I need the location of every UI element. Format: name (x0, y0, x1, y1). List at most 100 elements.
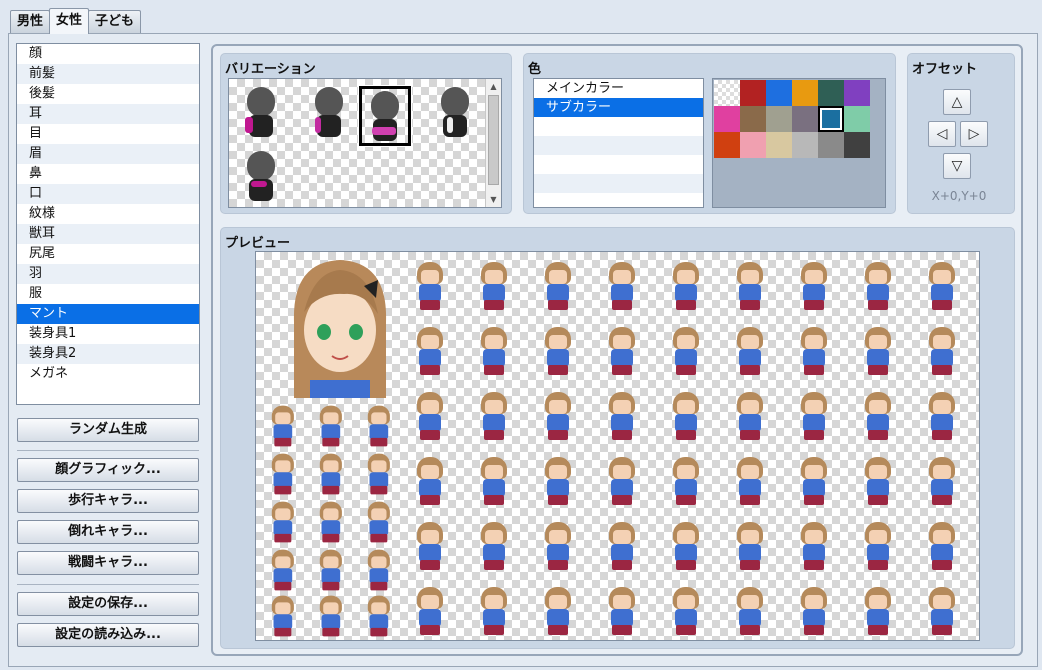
part-item[interactable]: 眉 (17, 144, 199, 164)
character-sprite (473, 388, 513, 444)
color-swatch[interactable] (740, 132, 766, 158)
preview-title: プレビュー (225, 236, 291, 251)
color-swatch[interactable] (714, 106, 740, 132)
character-sprite (601, 583, 641, 639)
preview-canvas (255, 251, 980, 641)
part-item[interactable]: 顔 (17, 44, 199, 64)
character-sprite (265, 450, 299, 498)
part-item[interactable]: 耳 (17, 104, 199, 124)
character-sprite (473, 453, 513, 509)
tab-female[interactable]: 女性 (49, 8, 90, 34)
character-sprite (729, 453, 769, 509)
offset-left-button[interactable]: ◁ (928, 121, 956, 147)
part-item[interactable]: 服 (17, 284, 199, 304)
variation-item[interactable] (237, 145, 291, 207)
color-swatch[interactable] (714, 80, 740, 106)
tab-child[interactable]: 子ども (88, 10, 142, 34)
part-item[interactable]: 獣耳 (17, 224, 199, 244)
load-settings-button[interactable]: 設定の読み込み... (17, 623, 199, 647)
character-sprite (857, 518, 897, 574)
color-swatch[interactable] (766, 106, 792, 132)
character-sprite (601, 453, 641, 509)
left-arrow-icon: ◁ (936, 126, 948, 142)
part-item[interactable]: 装身具2 (17, 344, 199, 364)
offset-right-button[interactable]: ▷ (960, 121, 988, 147)
walk-character-button[interactable]: 歩行キャラ... (17, 489, 199, 513)
character-sprite (473, 323, 513, 379)
color-swatch[interactable] (792, 106, 818, 132)
random-generate-button[interactable]: ランダム生成 (17, 418, 199, 442)
variation-item[interactable] (427, 81, 481, 143)
character-sprite (921, 323, 961, 379)
color-swatch[interactable] (818, 106, 844, 132)
character-sprite (265, 546, 299, 594)
character-sprite (601, 258, 641, 314)
offset-value: X+0,Y+0 (931, 189, 987, 203)
save-settings-button[interactable]: 設定の保存... (17, 592, 199, 616)
battle-character-button[interactable]: 戦闘キャラ... (17, 551, 199, 575)
color-swatch[interactable] (766, 132, 792, 158)
separator (17, 584, 199, 585)
color-swatch[interactable] (844, 132, 870, 158)
parts-list[interactable]: 顔前髪 後髪耳目眉鼻口紋様 獣耳 尻尾羽服マント 装身具1 装身具2 メガネ (16, 43, 200, 405)
color-swatch[interactable] (818, 132, 844, 158)
part-item[interactable]: マント (17, 304, 199, 324)
part-item[interactable]: 目 (17, 124, 199, 144)
variation-item-selected[interactable] (358, 85, 412, 147)
variation-view[interactable]: ▲ ▼ (228, 78, 502, 208)
color-swatch[interactable] (740, 80, 766, 106)
color-palette (712, 78, 886, 208)
tab-male[interactable]: 男性 (10, 10, 51, 34)
character-sprite (857, 258, 897, 314)
scroll-thumb[interactable] (488, 95, 499, 185)
character-sprite (793, 258, 833, 314)
part-item[interactable]: 前髪 (17, 64, 199, 84)
color-target-list[interactable]: メインカラー サブカラー (533, 78, 704, 208)
character-sprite (313, 592, 347, 640)
character-sprite (313, 402, 347, 450)
color-swatch[interactable] (844, 106, 870, 132)
character-sprite (473, 258, 513, 314)
part-item[interactable]: 装身具1 (17, 324, 199, 344)
color-swatch[interactable] (818, 80, 844, 106)
color-swatch[interactable] (844, 80, 870, 106)
offset-up-button[interactable]: △ (943, 89, 971, 115)
color-swatch[interactable] (714, 132, 740, 158)
part-item[interactable]: 尻尾 (17, 244, 199, 264)
variation-scrollbar[interactable]: ▲ ▼ (485, 79, 501, 207)
character-sprite (793, 518, 833, 574)
part-item[interactable]: 紋様 (17, 204, 199, 224)
offset-down-button[interactable]: ▽ (943, 153, 971, 179)
color-item-main[interactable]: メインカラー (534, 79, 703, 98)
character-sprite (265, 498, 299, 546)
variation-item[interactable] (237, 81, 291, 143)
character-sprite (665, 518, 705, 574)
color-swatch[interactable] (740, 106, 766, 132)
character-sprite (537, 583, 577, 639)
color-swatch[interactable] (792, 132, 818, 158)
part-item[interactable]: 羽 (17, 264, 199, 284)
color-item-sub[interactable]: サブカラー (534, 98, 703, 117)
part-item[interactable]: 口 (17, 184, 199, 204)
character-sprite (409, 583, 449, 639)
character-sprite (473, 518, 513, 574)
part-item[interactable]: メガネ (17, 364, 199, 384)
character-sprite (729, 323, 769, 379)
list-item (534, 155, 703, 174)
scroll-down-icon[interactable]: ▼ (486, 192, 501, 207)
character-sprite (537, 388, 577, 444)
color-swatch[interactable] (792, 80, 818, 106)
character-sprite (313, 450, 347, 498)
character-sprite (729, 388, 769, 444)
part-item[interactable]: 後髪 (17, 84, 199, 104)
character-sprite (409, 518, 449, 574)
scroll-up-icon[interactable]: ▲ (486, 79, 501, 94)
part-item[interactable]: 鼻 (17, 164, 199, 184)
variation-item[interactable] (301, 81, 355, 143)
color-swatch[interactable] (766, 80, 792, 106)
character-sprite (265, 402, 299, 450)
gender-tabs: 男性 女性 子ども (10, 8, 142, 34)
damage-character-button[interactable]: 倒れキャラ... (17, 520, 199, 544)
face-graphic-button[interactable]: 顔グラフィック... (17, 458, 199, 482)
character-sprite (601, 388, 641, 444)
